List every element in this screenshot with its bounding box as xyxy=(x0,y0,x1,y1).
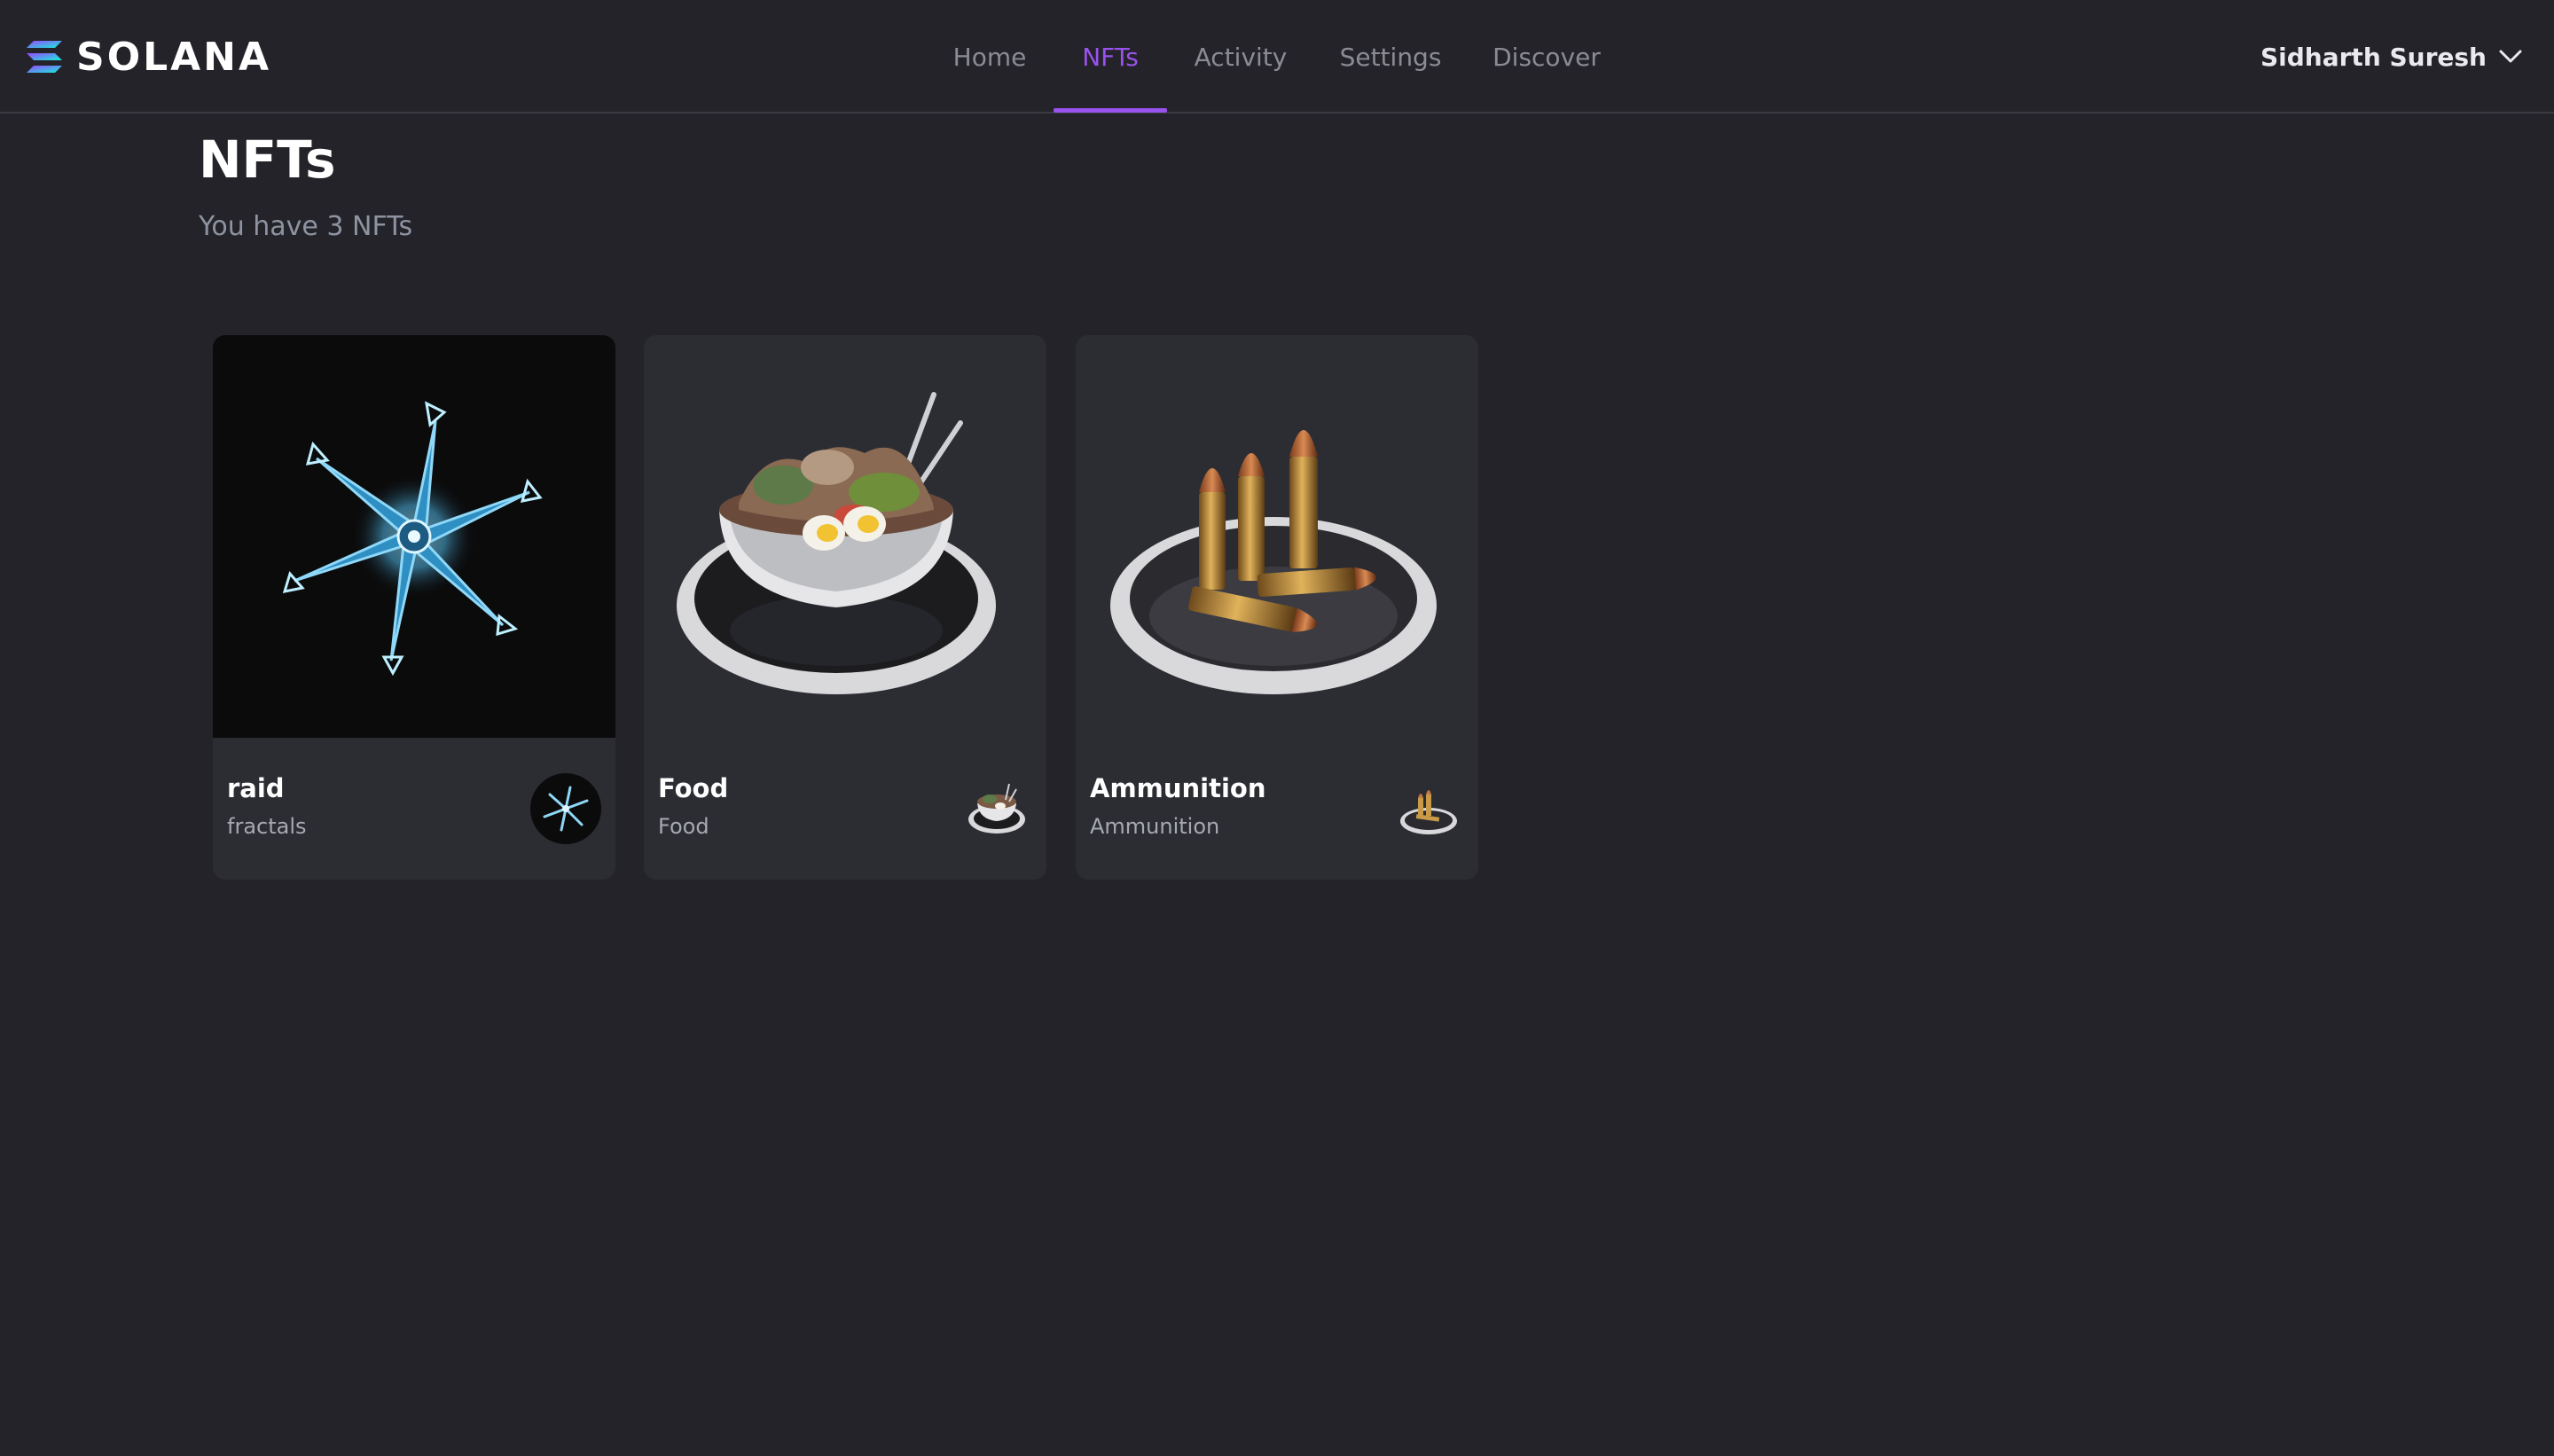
food-bowl-image xyxy=(677,392,996,694)
nft-card-food[interactable]: Food Food xyxy=(644,335,1046,880)
nav-item-discover[interactable]: Discover xyxy=(1486,0,1607,114)
bullets-thumb-icon xyxy=(1400,790,1457,834)
collection-avatar xyxy=(961,773,1032,844)
nft-image xyxy=(1076,335,1478,738)
nft-name: Ammunition xyxy=(1090,773,1266,803)
user-account-menu[interactable]: Sidharth Suresh xyxy=(2260,35,2522,78)
nft-name: raid xyxy=(227,773,285,803)
user-name: Sidharth Suresh xyxy=(2260,42,2487,72)
nft-collection: Food xyxy=(658,814,709,839)
nft-collection: fractals xyxy=(227,814,307,839)
collection-avatar xyxy=(530,773,601,844)
nav-item-home[interactable]: Home xyxy=(940,0,1039,114)
nft-image xyxy=(213,335,615,738)
page-title: NFTs xyxy=(199,129,336,190)
nft-card-ammunition[interactable]: Ammunition Ammunition xyxy=(1076,335,1478,880)
nav-item-activity[interactable]: Activity xyxy=(1181,0,1300,114)
food-bowl-thumb-icon xyxy=(968,783,1025,834)
nft-count-subtitle: You have 3 NFTs xyxy=(199,211,413,242)
nft-card-raid[interactable]: raid fractals xyxy=(213,335,615,880)
top-navigation-bar: SOLANA Home NFTs Activity Settings Disco… xyxy=(0,0,2554,114)
collection-avatar xyxy=(1393,773,1464,844)
nft-card-info: Food Food xyxy=(644,738,1046,880)
nav-item-nfts[interactable]: NFTs xyxy=(1054,0,1167,114)
main-nav: Home NFTs Activity Settings Discover xyxy=(0,0,2554,114)
blue-fractal-star-image xyxy=(282,401,543,677)
nav-item-settings[interactable]: Settings xyxy=(1330,0,1451,114)
active-tab-indicator xyxy=(1054,108,1167,113)
fractal-star-thumb-icon xyxy=(543,786,589,832)
nft-image xyxy=(644,335,1046,738)
chevron-down-icon xyxy=(2499,50,2522,63)
nft-card-info: raid fractals xyxy=(213,738,615,880)
bullets-on-plate-image xyxy=(1110,430,1437,694)
nft-collection: Ammunition xyxy=(1090,814,1220,839)
nft-name: Food xyxy=(658,773,729,803)
nft-card-info: Ammunition Ammunition xyxy=(1076,738,1478,880)
